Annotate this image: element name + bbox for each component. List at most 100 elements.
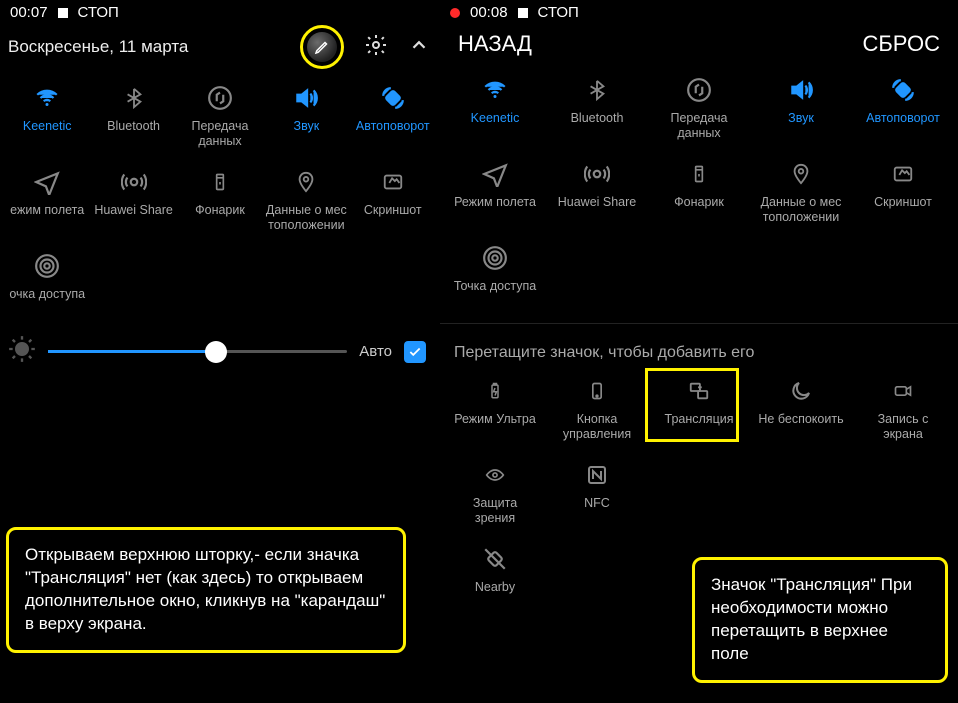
- tiles-row-1: Keenetic Bluetooth Передача данных Звук …: [0, 75, 440, 159]
- tile-label: Фонарик: [674, 195, 724, 223]
- flashlight-icon: [205, 167, 235, 197]
- tile-sound[interactable]: Звук: [263, 75, 349, 159]
- screenshot-icon: [378, 167, 408, 197]
- tile-label: Bluetooth: [571, 111, 624, 139]
- battery-icon: [480, 376, 510, 406]
- tile-label: ежим полета: [10, 203, 84, 231]
- brightness-slider[interactable]: [48, 350, 347, 353]
- tile-eyecare[interactable]: Защита зрения: [444, 452, 546, 536]
- tile-label: Кнопка управления: [554, 412, 640, 442]
- tile-label: Huawei Share: [558, 195, 637, 223]
- tiles-row-2: Режим полета Huawei Share Фонарик Данные…: [440, 151, 958, 235]
- tile-flashlight[interactable]: Фонарик: [177, 159, 263, 243]
- tile-data[interactable]: Передача данных: [177, 75, 263, 159]
- camera-icon: [888, 376, 918, 406]
- auto-brightness-checkbox[interactable]: [404, 341, 426, 363]
- status-bar: 00:08 СТОП: [440, 0, 958, 25]
- tile-label: Nearby: [475, 580, 515, 608]
- huawei-share-icon: [119, 167, 149, 197]
- tile-nfc[interactable]: NFC: [546, 452, 648, 536]
- tile-label: Режим Ультра: [454, 412, 536, 440]
- tile-hotspot[interactable]: очка доступа: [4, 243, 90, 325]
- tile-screenrec[interactable]: Запись с экрана: [852, 368, 954, 452]
- record-icon: [450, 8, 460, 18]
- quick-settings-panel-left: 00:07 СТОП Воскресенье, 11 марта Keeneti…: [0, 0, 440, 703]
- sound-icon: [786, 75, 816, 105]
- tile-label: Не беспокоить: [758, 412, 843, 440]
- tile-rotation[interactable]: Автоповорот: [350, 75, 436, 159]
- tile-huawei-share[interactable]: Huawei Share: [90, 159, 176, 243]
- airplane-icon: [32, 167, 62, 197]
- date-text: Воскресенье, 11 марта: [8, 37, 188, 57]
- tile-bluetooth[interactable]: Bluetooth: [546, 67, 648, 151]
- gear-icon: [364, 33, 388, 57]
- tile-label: Bluetooth: [107, 119, 160, 147]
- hotspot-icon: [32, 251, 62, 281]
- chevron-up-icon: [408, 34, 430, 56]
- moon-icon: [786, 376, 816, 406]
- tile-hotspot[interactable]: Точка доступа: [444, 235, 546, 317]
- tile-label: Данные о мес тоположении: [758, 195, 844, 225]
- navbar-icon: [582, 376, 612, 406]
- tile-label: Keenetic: [471, 111, 520, 139]
- bluetooth-icon: [582, 75, 612, 105]
- tile-wifi[interactable]: Keenetic: [444, 67, 546, 151]
- cast-highlight: [645, 368, 739, 442]
- reset-button[interactable]: СБРОС: [862, 31, 940, 57]
- tile-sound[interactable]: Звук: [750, 67, 852, 151]
- tile-location[interactable]: Данные о мес тоположении: [750, 151, 852, 235]
- tile-label: Фонарик: [195, 203, 245, 231]
- extra-row-2: Защита зрения NFC: [440, 452, 958, 536]
- tile-nearby[interactable]: Nearby: [444, 536, 546, 618]
- tile-huawei-share[interactable]: Huawei Share: [546, 151, 648, 235]
- status-stop-label: СТОП: [78, 4, 119, 21]
- tile-label: Скриншот: [874, 195, 932, 223]
- bluetooth-icon: [119, 83, 149, 113]
- tile-screenshot[interactable]: Скриншот: [852, 151, 954, 235]
- tile-navbar[interactable]: Кнопка управления: [546, 368, 648, 452]
- collapse-button[interactable]: [408, 34, 430, 61]
- edit-highlight-circle: [300, 25, 344, 69]
- back-button[interactable]: НАЗАД: [458, 31, 532, 57]
- tile-label: Точка доступа: [454, 279, 536, 307]
- tile-rotation[interactable]: Автоповорот: [852, 67, 954, 151]
- status-bar: 00:07 СТОП: [0, 0, 440, 25]
- tile-dnd[interactable]: Не беспокоить: [750, 368, 852, 452]
- tile-airplane[interactable]: Режим полета: [444, 151, 546, 235]
- drag-hint: Перетащите значок, чтобы добавить его: [440, 330, 958, 368]
- tile-label: Автоповорот: [866, 111, 940, 139]
- annotation-text: Открываем верхнюю шторку,- если значка "…: [25, 545, 385, 633]
- tiles-row-3: Точка доступа: [440, 235, 958, 317]
- rotation-icon: [378, 83, 408, 113]
- status-time: 00:08: [470, 4, 508, 21]
- edit-tiles-button[interactable]: [307, 32, 337, 62]
- tile-screenshot[interactable]: Скриншот: [350, 159, 436, 243]
- tile-label: Huawei Share: [94, 203, 173, 231]
- edit-header: НАЗАД СБРОС: [440, 25, 958, 67]
- tile-wifi[interactable]: Keenetic: [4, 75, 90, 159]
- rotation-icon: [888, 75, 918, 105]
- tile-flashlight[interactable]: Фонарик: [648, 151, 750, 235]
- tile-location[interactable]: Данные о мес тоположении: [263, 159, 349, 243]
- tile-label: Данные о мес тоположении: [263, 203, 349, 233]
- wifi-icon: [480, 75, 510, 105]
- auto-brightness-label: Авто: [359, 343, 392, 360]
- tile-ultra[interactable]: Режим Ультра: [444, 368, 546, 452]
- tile-label: Режим полета: [454, 195, 536, 223]
- annotation-left: Открываем верхнюю шторку,- если значка "…: [6, 527, 406, 653]
- tile-data[interactable]: Передача данных: [648, 67, 750, 151]
- tile-bluetooth[interactable]: Bluetooth: [90, 75, 176, 159]
- nearby-icon: [480, 544, 510, 574]
- location-icon: [291, 167, 321, 197]
- data-icon: [684, 75, 714, 105]
- tiles-row-1: Keenetic Bluetooth Передача данных Звук …: [440, 67, 958, 151]
- tile-label: Передача данных: [656, 111, 742, 141]
- tile-airplane[interactable]: ежим полета: [4, 159, 90, 243]
- tile-label: очка доступа: [9, 287, 85, 315]
- tiles-row-2: ежим полета Huawei Share Фонарик Данные …: [0, 159, 440, 243]
- extra-row-1: Режим Ультра Кнопка управления Трансляци…: [440, 368, 958, 452]
- slider-thumb[interactable]: [205, 341, 227, 363]
- settings-button[interactable]: [364, 33, 388, 62]
- nfc-icon: [582, 460, 612, 490]
- check-icon: [408, 345, 422, 359]
